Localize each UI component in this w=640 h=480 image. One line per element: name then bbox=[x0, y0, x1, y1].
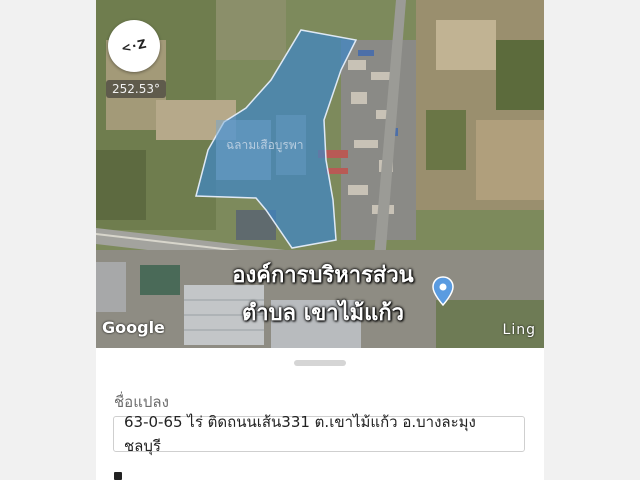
ling-watermark: Ling bbox=[502, 322, 536, 338]
compass-button[interactable]: <·Z bbox=[108, 20, 160, 72]
plot-name-value: 63-0-65 ไร่ ติดถนนเส้น331 ต.เขาไม้แก้ว อ… bbox=[124, 413, 476, 455]
map-overlay-title-line1: องค์การบริหารส่วน bbox=[232, 263, 414, 288]
left-margin bbox=[0, 0, 96, 480]
google-logo: Google bbox=[102, 318, 165, 337]
drag-handle[interactable] bbox=[294, 360, 346, 366]
map-overlay-title-line2: ตำบล เขาไม้แก้ว bbox=[241, 301, 405, 326]
next-field-marker bbox=[114, 472, 122, 480]
satellite-map[interactable]: <·Z 252.53° ฉลามเสือบูรพา องค์การบริหารส… bbox=[96, 0, 544, 348]
parcel-label: ฉลามเสือบูรพา bbox=[226, 138, 304, 152]
plot-name-field[interactable]: 63-0-65 ไร่ ติดถนนเส้น331 ต.เขาไม้แก้ว อ… bbox=[113, 413, 525, 455]
location-pin-icon[interactable] bbox=[432, 276, 454, 306]
app-screen: <·Z 252.53° ฉลามเสือบูรพา องค์การบริหารส… bbox=[96, 0, 544, 480]
bottom-sheet: ชื่อแปลง 63-0-65 ไร่ ติดถนนเส้น331 ต.เขา… bbox=[96, 348, 544, 480]
compass-icon: <·Z bbox=[119, 36, 149, 56]
satellite-imagery bbox=[96, 0, 544, 348]
heading-readout: 252.53° bbox=[106, 80, 166, 98]
right-margin bbox=[544, 0, 640, 480]
